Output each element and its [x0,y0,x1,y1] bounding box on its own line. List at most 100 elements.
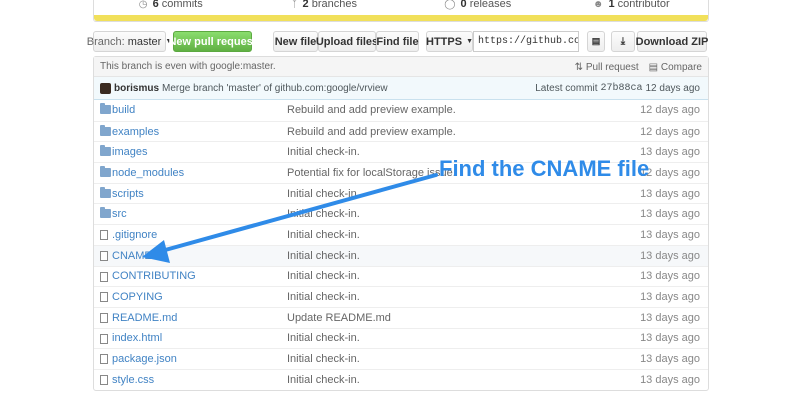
commit-message-link[interactable]: Initial check-in. [287,353,360,365]
file-icon [100,312,108,323]
avatar[interactable] [100,82,111,94]
diff-icon: ▤ [648,61,659,73]
new-pull-request-button[interactable]: New pull request [168,31,257,52]
latest-commit-bar: borismus Merge branch 'master' of github… [94,77,708,100]
history-icon: ◷ [138,0,148,10]
file-name-link[interactable]: src [112,208,127,220]
file-age: 12 days ago [640,104,700,117]
commits-link[interactable]: ◷ 6 commits [94,0,248,10]
commit-message-link[interactable]: Rebuild and add preview example. [287,126,456,138]
file-row[interactable]: style.css Initial check-in. 13 days ago [94,368,708,390]
commit-sha[interactable]: 27b88ca [600,83,642,94]
file-row[interactable]: COPYING Initial check-in. 13 days ago [94,286,708,307]
file-listing: This branch is even with google:master. … [93,56,709,391]
releases-link[interactable]: ◯ 0 releases [401,0,555,10]
contributors-link[interactable]: ☻ 1 contributor [555,0,709,10]
branch-status-bar: This branch is even with google:master. … [94,57,708,77]
commit-message-link[interactable]: Potential fix for localStorage issue. [287,167,456,179]
commit-message-link[interactable]: Initial check-in. [287,332,360,344]
file-name-link[interactable]: index.html [112,332,162,344]
file-age: 13 days ago [640,311,700,324]
clone-url-input[interactable]: https://github.com/patcat [473,31,579,52]
file-name-link[interactable]: README.md [112,312,177,324]
protocol-select-button[interactable]: HTTPS ▼ [426,31,473,52]
file-row[interactable]: build Rebuild and add preview example. 12 … [94,100,708,121]
file-age: 13 days ago [640,353,700,366]
commit-age: 12 days ago [645,83,701,94]
new-file-button[interactable]: New file [273,31,318,52]
file-icon [100,271,108,282]
file-icon [100,374,108,385]
branches-link[interactable]: ᛉ 2 branches [248,0,402,10]
people-icon: ☻ [592,0,604,10]
branch-select-button[interactable]: Branch: master ▼ [87,31,172,52]
commit-message-link[interactable]: Initial check-in. [287,374,360,386]
open-desktop-button[interactable]: ⤓ [611,31,635,52]
commit-message-link[interactable]: Update README.md [287,312,391,324]
file-name-link[interactable]: examples [112,126,159,138]
tag-icon: ◯ [444,0,456,10]
file-name-link[interactable]: package.json [112,353,177,365]
file-name-link[interactable]: CNAME [112,250,152,262]
commit-message-link[interactable]: Initial check-in. [287,250,360,262]
branch-icon: ᛉ [291,0,298,10]
file-row[interactable]: examples Rebuild and add preview example.… [94,120,708,142]
file-age: 12 days ago [640,125,700,138]
file-row[interactable]: README.md Update README.md 13 days ago [94,306,708,328]
compare-link[interactable]: ▤ Compare [649,62,702,73]
pull-request-icon: ⇅ [574,61,584,73]
file-age: 13 days ago [640,228,700,241]
file-age: 13 days ago [640,270,700,283]
file-row[interactable]: CNAME Initial check-in. 13 days ago [94,244,708,266]
releases-label: releases [469,0,512,10]
commit-message-link[interactable]: Initial check-in. [287,188,360,200]
pull-request-label: Pull request [585,61,639,73]
branch-name: master [127,35,162,48]
folder-icon [100,103,111,114]
file-name-link[interactable]: .gitignore [112,229,157,241]
commits-count: 6 [152,0,159,10]
clipboard-icon: ▤ [591,36,601,46]
file-row[interactable]: package.json Initial check-in. 13 days ago [94,348,708,369]
file-icon [100,333,108,344]
folder-icon [100,124,111,136]
download-zip-button[interactable]: Download ZIP [636,31,708,52]
file-age: 13 days ago [640,291,700,304]
commit-message-link[interactable]: Initial check-in. [287,208,360,220]
file-row[interactable]: CONTRIBUTING Initial check-in. 13 days ago [94,265,708,287]
file-icon [100,250,108,261]
file-name-link[interactable]: style.css [112,374,154,386]
file-name-link[interactable]: images [112,146,147,158]
branches-label: branches [311,0,357,10]
commit-message[interactable]: Merge branch 'master' of github.com:goog… [162,83,388,94]
file-name-link[interactable]: scripts [112,188,144,200]
file-name-link[interactable]: COPYING [112,291,163,303]
commit-message-link[interactable]: Initial check-in. [287,291,360,303]
commit-message-link[interactable]: Initial check-in. [287,229,360,241]
commit-author[interactable]: borismus [114,83,159,94]
folder-icon [100,186,111,198]
commit-message-link[interactable]: Initial check-in. [287,146,360,158]
file-name-link[interactable]: build [112,104,135,116]
branch-prefix: Branch: [86,35,125,48]
commit-message-link[interactable]: Initial check-in. [287,270,360,282]
language-bar[interactable] [94,15,708,21]
upload-files-button[interactable]: Upload files [316,31,378,52]
folder-icon [100,166,111,178]
find-file-button[interactable]: Find file [376,31,419,52]
commit-message-link[interactable]: Rebuild and add preview example. [287,104,456,116]
file-name-link[interactable]: node_modules [112,167,184,179]
file-row[interactable]: index.html Initial check-in. 13 days ago [94,327,708,349]
file-row[interactable]: scripts Initial check-in. 13 days ago [94,182,708,204]
file-row[interactable]: .gitignore Initial check-in. 13 days ago [94,224,708,245]
folder-icon [100,207,111,219]
file-name-link[interactable]: CONTRIBUTING [112,270,196,282]
file-icon [100,292,108,303]
file-row[interactable]: src Initial check-in. 13 days ago [94,203,708,224]
releases-count: 0 [460,0,467,10]
copy-clipboard-button[interactable]: ▤ [587,31,605,52]
contributors-count: 1 [608,0,615,10]
pull-request-link[interactable]: ⇅ Pull request [575,62,639,73]
file-age: 13 days ago [640,373,700,386]
protocol-label: HTTPS [426,35,463,48]
